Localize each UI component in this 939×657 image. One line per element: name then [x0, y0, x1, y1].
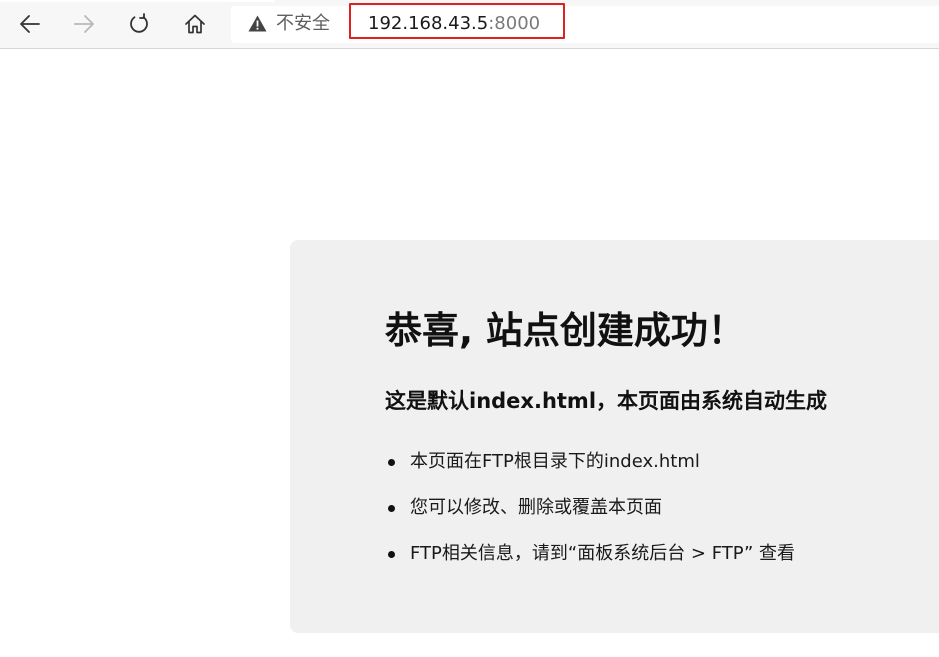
refresh-icon	[130, 13, 148, 33]
forward-button[interactable]	[66, 7, 102, 41]
bullet-icon	[388, 459, 395, 466]
address-bar[interactable]	[231, 6, 939, 43]
list-item: 本页面在FTP根目录下的index.html	[385, 446, 795, 492]
browser-toolbar: 不安全 192.168.43.5:8000	[0, 0, 939, 49]
page-subheading: 这是默认index.html，本页面由系统自动生成	[385, 389, 828, 413]
info-list: 本页面在FTP根目录下的index.html 您可以修改、删除或覆盖本页面 FT…	[385, 446, 795, 584]
list-item-text: FTP相关信息，请到“面板系统后台 > FTP” 查看	[410, 543, 796, 564]
page-heading: 恭喜, 站点创建成功！	[385, 309, 745, 352]
url-highlight-annotation	[349, 3, 565, 39]
forward-arrow-icon	[74, 15, 94, 33]
refresh-button[interactable]	[121, 7, 157, 41]
home-button[interactable]	[177, 7, 213, 41]
bullet-icon	[388, 551, 395, 558]
security-status-label[interactable]: 不安全	[276, 13, 330, 35]
back-button[interactable]	[12, 7, 48, 41]
warning-icon[interactable]	[248, 15, 267, 32]
bullet-icon	[388, 505, 395, 512]
back-arrow-icon	[20, 15, 40, 33]
list-item: 您可以修改、删除或覆盖本页面	[385, 492, 795, 538]
list-item: FTP相关信息，请到“面板系统后台 > FTP” 查看	[385, 538, 795, 584]
list-item-text: 您可以修改、删除或覆盖本页面	[410, 497, 662, 518]
tab-edge	[0, 0, 275, 2]
list-item-text: 本页面在FTP根目录下的index.html	[410, 451, 700, 472]
home-icon	[185, 14, 205, 34]
